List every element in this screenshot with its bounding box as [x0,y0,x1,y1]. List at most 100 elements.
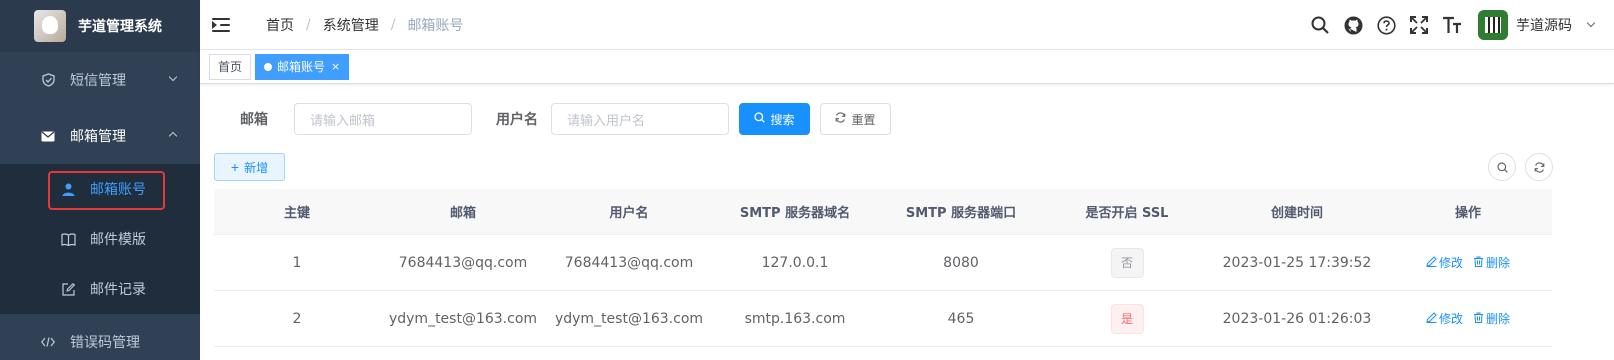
column-header: 是否开启 SSL [1085,206,1169,221]
reset-button-label: 重置 [851,112,876,127]
sidebar-item-sms[interactable]: 短信管理 [0,52,200,108]
sidebar-item-error-code[interactable]: 错误码管理 [0,314,200,360]
avatar[interactable] [1478,10,1508,40]
sidebar-item-mail[interactable]: 邮箱管理 [0,108,200,164]
column-header: 操作 [1454,206,1481,221]
breadcrumb-separator: / [306,16,311,33]
delete-button[interactable]: 删除 [1473,254,1510,271]
refresh-icon [1534,161,1544,173]
fullscreen-icon[interactable] [1408,14,1430,36]
close-icon[interactable]: × [331,55,340,79]
code-icon [40,334,56,350]
cell-id: 1 [292,254,302,271]
cell-email: ydym_test@163.com [388,310,538,327]
mail-icon [40,128,56,144]
cell-actions: 修改 删除 [1384,235,1552,290]
submenu-mail: 邮箱账号 邮件模版 邮件记录 [0,164,200,314]
delete-button[interactable]: 删除 [1473,310,1510,327]
plus-icon: + [230,159,240,175]
search-icon[interactable] [1309,14,1331,36]
cell-username: ydym_test@163.com [554,310,704,327]
delete-icon [1473,256,1484,270]
reset-button[interactable]: 重置 [820,103,891,135]
tag-home[interactable]: 首页 [209,53,252,80]
username-field[interactable]: 请输入用户名 [551,103,729,135]
column-header: 创建时间 [1270,206,1323,221]
search-button-label: 搜索 [770,112,795,127]
username-placeholder: 请输入用户名 [567,113,646,129]
sidebar-item-label: 邮箱管理 [70,129,126,145]
edit-label: 修改 [1438,312,1463,326]
chevron-down-icon [168,72,178,82]
username-label: 用户名 [496,112,538,128]
hamburger-icon[interactable] [212,17,232,33]
sidebar-item-mail-log[interactable]: 邮件记录 [0,264,200,314]
column-header: 主键 [283,206,310,221]
cell-port: 465 [947,310,975,327]
email-field[interactable]: 请输入邮箱 [294,103,472,135]
delete-label: 删除 [1486,312,1511,326]
toggle-search-button[interactable] [1488,153,1516,181]
sidebar: 芋道管理系统 短信管理 邮箱管理 邮箱账号 邮件模版 邮件记录 错误码管理 [0,0,200,360]
breadcrumb-home[interactable]: 首页 [266,15,294,35]
breadcrumb-separator: / [390,16,396,33]
cell-username: 7684413@qq.com [564,254,694,271]
table-header: 主键 邮箱 用户名 SMTP 服务器域名 SMTP 服务器端口 是否开启 SSL… [214,189,1552,235]
ssl-badge: 是 [1110,303,1144,334]
user-icon [60,181,76,197]
email-label: 邮箱 [240,112,268,128]
table-row: 2 ydym_test@163.com ydym_test@163.com sm… [214,291,1552,347]
mail-account-table: 主键 邮箱 用户名 SMTP 服务器域名 SMTP 服务器端口 是否开启 SSL… [214,189,1552,347]
cell-email: 7684413@qq.com [398,254,528,271]
sidebar-item-mail-account[interactable]: 邮箱账号 [0,164,200,214]
sidebar-item-label: 短信管理 [70,73,126,89]
sidebar-logo[interactable]: 芋道管理系统 [0,0,200,52]
cell-port: 8080 [943,254,979,271]
edit-label: 修改 [1438,256,1463,270]
sidebar-item-label: 邮件模版 [90,232,146,248]
add-button-label: 新增 [244,160,269,175]
app-title: 芋道管理系统 [78,19,162,35]
tag-mail-account[interactable]: 邮箱账号 × [255,53,350,80]
active-dot-icon [264,62,273,71]
edit-button[interactable]: 修改 [1426,310,1463,327]
search-button[interactable]: 搜索 [739,103,810,135]
caret-down-icon[interactable] [1586,18,1596,28]
sidebar-item-mail-template[interactable]: 邮件模版 [0,214,200,264]
search-icon [1496,161,1508,173]
refresh-table-button[interactable] [1525,153,1553,181]
help-icon[interactable] [1375,14,1397,36]
delete-icon [1473,312,1484,326]
column-header: 用户名 [609,206,649,221]
breadcrumb-system[interactable]: 系统管理 [323,15,379,35]
navbar-right: 芋道源码 [1309,0,1614,50]
edit-icon [1426,255,1437,270]
cell-ssl: 否 [1044,235,1210,290]
edit-icon [60,281,76,297]
cell-id: 2 [292,310,302,327]
edit-button[interactable]: 修改 [1426,254,1463,271]
tag-label: 邮箱账号 [277,59,326,74]
email-placeholder: 请输入邮箱 [310,113,376,129]
tag-label: 首页 [218,59,243,74]
search-icon [754,112,766,126]
navbar: 首页 / 系统管理 / 邮箱账号 芋道源码 [200,0,1614,50]
github-icon[interactable] [1342,14,1364,36]
delete-label: 删除 [1486,256,1511,270]
cell-created: 2023-01-25 17:39:52 [1222,254,1372,271]
refresh-icon [835,112,846,126]
cell-host: 127.0.0.1 [761,254,829,271]
logo-image [34,10,66,42]
user-name[interactable]: 芋道源码 [1516,15,1572,35]
sidebar-item-label: 错误码管理 [70,335,140,351]
tags-view: 首页 邮箱账号 × [200,50,1614,84]
cell-host: smtp.163.com [744,310,846,327]
sidebar-item-label: 邮件记录 [90,282,146,298]
column-header: 邮箱 [449,206,476,221]
column-header: SMTP 服务器端口 [905,206,1017,221]
font-size-icon[interactable] [1441,14,1463,36]
chevron-up-icon [168,131,178,141]
search-form: 邮箱 请输入邮箱 用户名 请输入用户名 搜索 重置 [240,103,891,135]
add-button[interactable]: + 新增 [214,153,285,181]
table-row: 1 7684413@qq.com 7684413@qq.com 127.0.0.… [214,235,1552,291]
